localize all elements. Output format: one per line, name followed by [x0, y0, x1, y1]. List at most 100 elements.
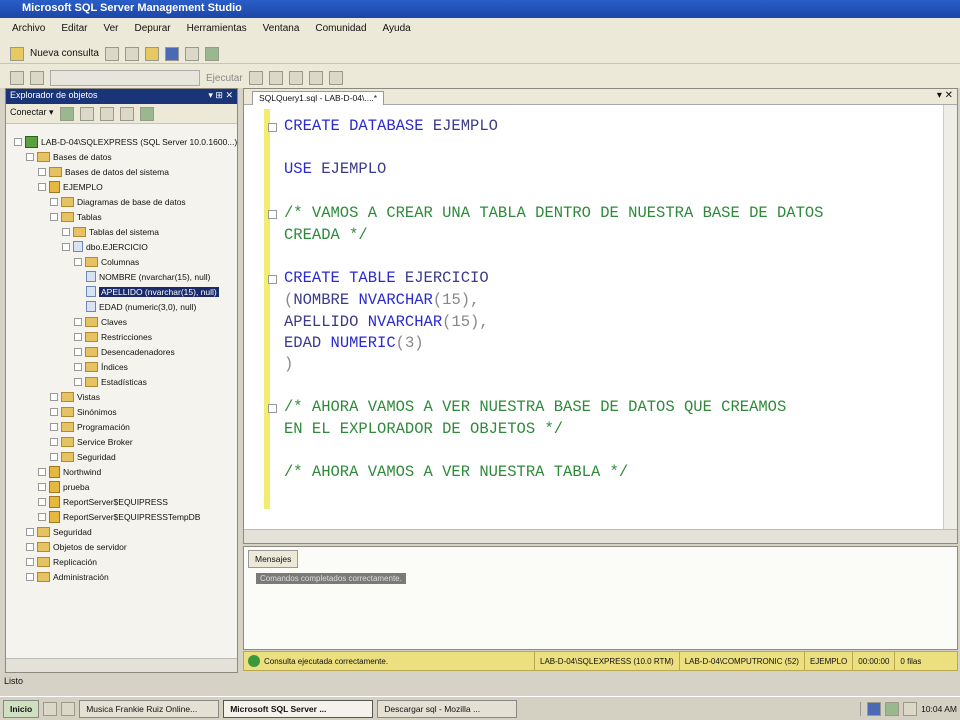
- tray-icon[interactable]: [885, 701, 900, 716]
- tree-node[interactable]: LAB-D-04\SQLEXPRESS (SQL Server 10.0.160…: [14, 134, 237, 149]
- tree-node[interactable]: Objetos de servidor: [26, 539, 127, 554]
- collapse-icon[interactable]: [268, 123, 277, 132]
- expander-icon[interactable]: [38, 512, 46, 521]
- collapse-icon[interactable]: [268, 210, 277, 219]
- horizontal-scrollbar[interactable]: [244, 529, 957, 543]
- expander-icon[interactable]: [62, 227, 70, 236]
- expander-icon[interactable]: [26, 557, 34, 566]
- menu-item[interactable]: Herramientas: [187, 23, 247, 40]
- tree-node[interactable]: EJEMPLO: [38, 179, 103, 194]
- expander-icon[interactable]: [62, 242, 70, 251]
- tab-messages[interactable]: Mensajes: [248, 550, 299, 568]
- tree-node[interactable]: Columnas: [74, 254, 139, 269]
- expander-icon[interactable]: [50, 392, 58, 401]
- database-select[interactable]: [50, 70, 200, 86]
- new-query-button[interactable]: Nueva consulta: [30, 48, 99, 59]
- expander-icon[interactable]: [38, 467, 46, 476]
- tray-icon[interactable]: [903, 701, 918, 716]
- expander-icon[interactable]: [38, 497, 46, 506]
- close-icon[interactable]: ▾ ✕: [937, 90, 953, 101]
- copy-icon[interactable]: [124, 46, 139, 61]
- query-editor[interactable]: SQLQuery1.sql - LAB-D-04\....* ▾ ✕ CREAT…: [243, 88, 958, 544]
- connect-icon[interactable]: [10, 71, 24, 85]
- expander-icon[interactable]: [74, 362, 82, 371]
- disconnect-icon[interactable]: [79, 107, 94, 121]
- connect-button[interactable]: Conectar ▾: [10, 107, 54, 120]
- collapse-icon[interactable]: [268, 404, 277, 413]
- tab-sqlquery1[interactable]: SQLQuery1.sql - LAB-D-04\....*: [252, 91, 385, 105]
- expander-icon[interactable]: [74, 347, 82, 356]
- menu-item[interactable]: Ventana: [263, 23, 300, 40]
- tree-node[interactable]: prueba: [38, 479, 89, 494]
- results-grid-icon[interactable]: [268, 71, 283, 85]
- expander-icon[interactable]: [50, 197, 58, 206]
- taskbar-item[interactable]: Descargar sql - Mozilla ...: [377, 699, 518, 718]
- parse-icon[interactable]: [248, 71, 263, 85]
- tree-node[interactable]: Administración: [26, 569, 109, 584]
- tree-node[interactable]: Vistas: [50, 389, 100, 404]
- expander-icon[interactable]: [26, 572, 34, 581]
- expander-icon[interactable]: [50, 437, 58, 446]
- tray-icon[interactable]: [867, 701, 882, 716]
- save-icon[interactable]: [164, 46, 179, 61]
- expander-icon[interactable]: [50, 422, 58, 431]
- tree-node[interactable]: Programación: [50, 419, 130, 434]
- tree-node[interactable]: Tablas: [50, 209, 102, 224]
- expander-icon[interactable]: [38, 167, 46, 176]
- tree-node[interactable]: ReportServer$EQUIPRESSTempDB: [38, 509, 200, 524]
- expander-icon[interactable]: [50, 452, 58, 461]
- menu-item[interactable]: Depurar: [135, 23, 171, 40]
- quick-launch-icon[interactable]: [61, 701, 76, 716]
- tree-node[interactable]: NOMBRE (nvarchar(15), null): [86, 269, 210, 284]
- tree-node[interactable]: Estadísticas: [74, 374, 147, 389]
- tree-node[interactable]: Service Broker: [50, 434, 133, 449]
- taskbar-item[interactable]: Microsoft SQL Server ...: [223, 699, 374, 718]
- collapse-icon[interactable]: [268, 275, 277, 284]
- tree-node[interactable]: Seguridad: [26, 524, 92, 539]
- expander-icon[interactable]: [50, 407, 58, 416]
- tree-node[interactable]: Sinónimos: [50, 404, 117, 419]
- expander-icon[interactable]: [50, 212, 58, 221]
- new-file-icon[interactable]: [104, 46, 119, 61]
- results-text-icon[interactable]: [288, 71, 303, 85]
- print-icon[interactable]: [184, 46, 199, 61]
- vertical-scrollbar[interactable]: [943, 105, 957, 529]
- tree-node[interactable]: ReportServer$EQUIPRESS: [38, 494, 168, 509]
- expander-icon[interactable]: [74, 332, 82, 341]
- refresh-icon[interactable]: [139, 107, 154, 121]
- tree-node[interactable]: Northwind: [38, 464, 101, 479]
- filter-icon[interactable]: [119, 107, 134, 121]
- indent-icon[interactable]: [328, 71, 343, 85]
- tree-node[interactable]: Bases de datos del sistema: [38, 164, 169, 179]
- menu-item[interactable]: Archivo: [12, 23, 45, 40]
- start-button[interactable]: Inicio: [3, 699, 40, 718]
- tree-node[interactable]: APELLIDO (nvarchar(15), null): [86, 284, 219, 299]
- tree-node[interactable]: Bases de datos: [26, 149, 112, 164]
- expander-icon[interactable]: [14, 137, 22, 146]
- execute-button[interactable]: Ejecutar: [206, 73, 243, 84]
- expander-icon[interactable]: [26, 527, 34, 536]
- close-icon[interactable]: ▾ ⊞ ✕: [208, 90, 233, 103]
- expander-icon[interactable]: [26, 152, 34, 161]
- stop-icon[interactable]: [99, 107, 114, 121]
- comment-icon[interactable]: [308, 71, 323, 85]
- tree-node[interactable]: dbo.EJERCICIO: [62, 239, 148, 254]
- tree-node[interactable]: Índices: [74, 359, 128, 374]
- disconnect-icon[interactable]: [30, 71, 44, 85]
- connect-icon[interactable]: [59, 107, 74, 121]
- expander-icon[interactable]: [74, 257, 82, 266]
- tree-node[interactable]: Seguridad: [50, 449, 116, 464]
- tree-node[interactable]: Tablas del sistema: [62, 224, 159, 239]
- open-icon[interactable]: [144, 46, 159, 61]
- tree-node[interactable]: Restricciones: [74, 329, 152, 344]
- expander-icon[interactable]: [74, 377, 82, 386]
- quick-launch-icon[interactable]: [43, 701, 58, 716]
- taskbar-item[interactable]: Musica Frankie Ruiz Online...: [79, 699, 220, 718]
- activity-monitor-icon[interactable]: [204, 46, 219, 61]
- menu-item[interactable]: Ayuda: [383, 23, 411, 40]
- tree-node[interactable]: EDAD (numeric(3,0), null): [86, 299, 196, 314]
- expander-icon[interactable]: [26, 542, 34, 551]
- menu-item[interactable]: Ver: [103, 23, 118, 40]
- menu-item[interactable]: Comunidad: [315, 23, 366, 40]
- expander-icon[interactable]: [38, 182, 46, 191]
